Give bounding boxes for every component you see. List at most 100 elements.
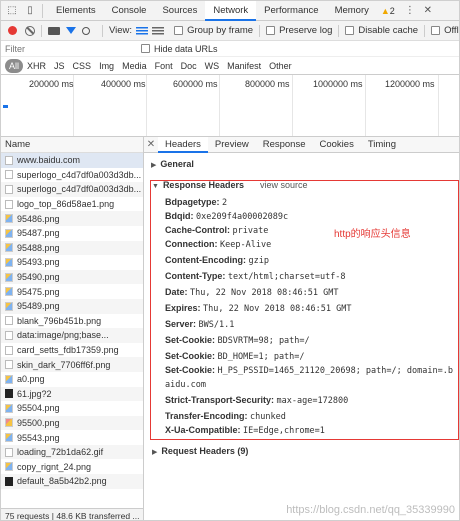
clear-icon[interactable] (25, 25, 35, 36)
hide-data-urls-label: Hide data URLs (154, 43, 218, 54)
type-filter-manifest[interactable]: Manifest (223, 59, 265, 73)
timeline-overview[interactable]: 200000 ms 400000 ms 600000 ms 800000 ms … (1, 75, 459, 137)
list-item[interactable]: default_8a5b42b2.png (1, 474, 143, 489)
type-filter-js[interactable]: JS (50, 59, 69, 73)
device-toolbar-icon[interactable]: ▯ (23, 4, 37, 18)
response-headers-label: Response Headers (162, 180, 244, 190)
view-source-link[interactable]: view source (260, 180, 308, 190)
timeline-tick: 600000 ms (173, 79, 218, 89)
list-item[interactable]: data:image/png;base... (1, 328, 143, 343)
list-item[interactable]: 95500.png (1, 415, 143, 431)
type-filter-ws[interactable]: WS (201, 59, 224, 73)
header-key: Set-Cookie: (165, 365, 216, 375)
top-tab-bar: ⬚ ▯ Elements Console Sources Network Per… (1, 1, 459, 21)
list-item[interactable]: blank_796b451b.png (1, 314, 143, 329)
type-filter-font[interactable]: Font (151, 59, 177, 73)
record-icon[interactable] (8, 26, 17, 35)
divider (42, 3, 43, 18)
request-list: Name www.baidu.com superlogo_c4d7df0a003… (1, 137, 144, 520)
inspect-element-icon[interactable]: ⬚ (5, 4, 19, 18)
tab-console[interactable]: Console (104, 1, 155, 21)
more-options-icon[interactable]: ⋮ (403, 4, 417, 18)
image-icon (5, 301, 13, 311)
list-item[interactable]: superlogo_c4d7df0a003d3db... (1, 182, 143, 197)
disable-cache-checkbox[interactable] (345, 26, 355, 35)
list-item[interactable]: skin_dark_7706ff6f.png (1, 357, 143, 372)
warning-badge[interactable]: ▲2 (377, 6, 399, 16)
tab-performance[interactable]: Performance (256, 1, 326, 21)
list-item[interactable]: 95488.png (1, 240, 143, 256)
watermark: https://blog.csdn.net/qq_35339990 (286, 504, 455, 516)
list-item[interactable]: superlogo_c4d7df0a003d3db... (1, 168, 143, 183)
disable-cache-label: Disable cache (358, 25, 419, 36)
header-value: Thu, 22 Nov 2018 08:46:51 GMT (203, 304, 352, 314)
header-key: Strict-Transport-Security: (165, 395, 275, 405)
type-filter-css[interactable]: CSS (69, 59, 96, 73)
header-value: max-age=172800 (276, 396, 349, 406)
tab-preview[interactable]: Preview (208, 137, 256, 153)
response-header-row: Server: BWS/1.1 (165, 319, 234, 330)
list-item[interactable]: a0.png (1, 372, 143, 387)
list-item[interactable]: 95504.png (1, 401, 143, 416)
file-icon (5, 345, 13, 355)
list-item[interactable]: 95489.png (1, 298, 143, 314)
hide-data-urls-checkbox[interactable] (141, 44, 150, 53)
response-header-row: Transfer-Encoding: chunked (165, 411, 286, 422)
group-by-frame-checkbox[interactable] (174, 26, 184, 35)
list-item[interactable]: 95486.png (1, 211, 143, 226)
header-key: Server: (165, 319, 197, 329)
tab-memory[interactable]: Memory (327, 1, 377, 21)
filter-input[interactable] (5, 41, 135, 56)
tab-cookies[interactable]: Cookies (313, 137, 361, 153)
name-column-header[interactable]: Name (1, 137, 143, 153)
type-filter-all[interactable]: All (5, 58, 24, 73)
request-name: 95489.png (17, 301, 60, 312)
overview-icon[interactable] (152, 26, 165, 35)
image-icon (5, 374, 13, 384)
large-rows-icon[interactable] (136, 26, 149, 35)
list-item[interactable]: www.baidu.com (1, 153, 143, 168)
list-item[interactable]: copy_rignt_24.png (1, 459, 143, 474)
type-filter-doc[interactable]: Doc (177, 59, 201, 73)
request-name: 95486.png (17, 213, 60, 224)
preserve-log-checkbox[interactable] (266, 26, 276, 35)
general-section-toggle[interactable]: ▶ General (151, 159, 194, 169)
list-item[interactable]: logo_top_86d58ae1.png (1, 197, 143, 212)
close-icon[interactable]: ✕ (144, 139, 158, 150)
tab-network[interactable]: Network (205, 1, 257, 21)
list-item[interactable]: 95493.png (1, 255, 143, 270)
filter-funnel-icon[interactable] (66, 27, 76, 34)
response-headers-toggle[interactable]: ▼ Response Headers (152, 180, 244, 190)
view-mode-toggle[interactable] (136, 26, 165, 35)
tab-response[interactable]: Response (256, 137, 313, 153)
header-value: private (232, 226, 269, 236)
offline-checkbox[interactable] (431, 26, 441, 35)
offline-label: Offli (444, 25, 460, 36)
request-name: blank_796b451b.png (17, 315, 102, 326)
type-filter-xhr[interactable]: XHR (23, 59, 50, 73)
header-key: Connection: (165, 239, 218, 249)
list-item[interactable]: 95475.png (1, 284, 143, 299)
list-item[interactable]: 95490.png (1, 269, 143, 285)
timeline-gridline (365, 75, 366, 136)
close-icon[interactable]: ✕ (421, 4, 435, 18)
tab-sources[interactable]: Sources (154, 1, 205, 21)
tab-elements[interactable]: Elements (48, 1, 104, 21)
tab-timing[interactable]: Timing (361, 137, 403, 153)
file-icon (5, 316, 13, 326)
type-filter-img[interactable]: Img (95, 59, 118, 73)
list-item[interactable]: 95487.png (1, 226, 143, 241)
list-item[interactable]: card_setts_fdb17359.png (1, 343, 143, 358)
type-filter-other[interactable]: Other (265, 59, 296, 73)
response-header-row: Strict-Transport-Security: max-age=17280… (165, 395, 348, 406)
screenshot-camera-icon[interactable] (48, 26, 60, 35)
search-icon[interactable] (82, 26, 90, 35)
tab-headers[interactable]: Headers (158, 136, 208, 153)
image-icon (5, 228, 13, 238)
request-headers-toggle[interactable]: ▶ Request Headers (9) (152, 446, 248, 456)
list-item[interactable]: loading_72b1da62.gif (1, 444, 143, 460)
response-header-row: Set-Cookie: BD_HOME=1; path=/ (165, 351, 305, 362)
list-item[interactable]: 61.jpg?2 (1, 386, 143, 402)
list-item[interactable]: 95543.png (1, 430, 143, 445)
type-filter-media[interactable]: Media (118, 59, 151, 73)
